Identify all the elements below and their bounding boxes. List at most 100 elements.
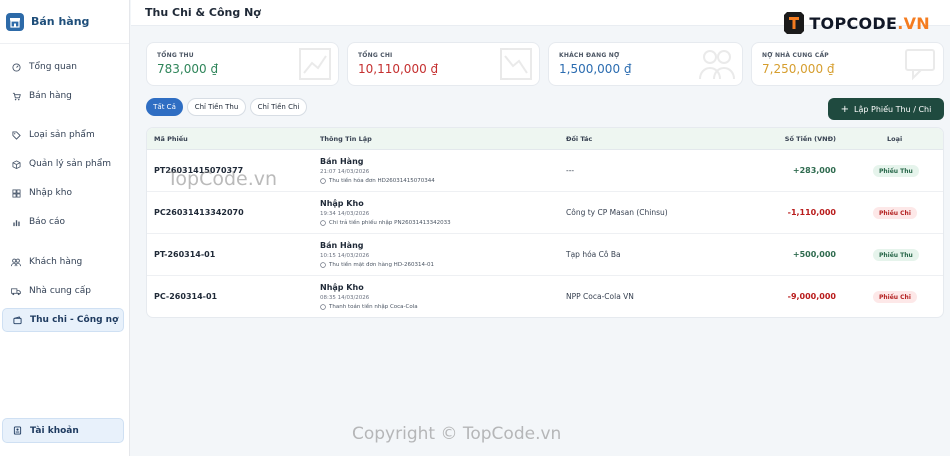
trend-down-icon [500, 48, 532, 80]
table-header: Mã Phiếu Thông Tin Lập Đối Tác Số Tiền (… [147, 128, 943, 150]
sidebar-item-label: Khách hàng [29, 257, 83, 267]
page-title: Thu Chi & Công Nợ [145, 6, 261, 19]
sidebar-item-label: Báo cáo [29, 217, 66, 227]
users-icon [11, 257, 21, 267]
voucher-note-text: Thanh toán tiền nhập Coca-Cola [329, 304, 418, 310]
box-icon [11, 159, 21, 169]
voucher-partner: Tạp hóa Cô Ba [566, 250, 621, 259]
voucher-note-text: Thu tiền hóa đơn HD26031415070344 [329, 178, 435, 184]
voucher-note: Thu tiền hóa đơn HD26031415070344 [320, 178, 435, 184]
trend-up-icon [299, 48, 331, 80]
stat-card-total-expense: TỔNG CHI 10,110,000 ₫ [347, 42, 540, 86]
warehouse-icon [11, 188, 21, 198]
voucher-code: PC26031413342070 [154, 208, 244, 217]
comment-icon [320, 262, 326, 268]
voucher-partner: Công ty CP Masan (Chinsu) [566, 208, 668, 217]
stat-card-total-income: TỔNG THU 783,000 ₫ [146, 42, 339, 86]
cart-icon [11, 91, 21, 101]
voucher-partner: NPP Coca-Cola VN [566, 292, 634, 301]
col-header-amount: Số Tiền (VNĐ) [784, 135, 836, 143]
voucher-source: Nhập Kho [320, 283, 364, 292]
voucher-code: PC-260314-01 [154, 292, 218, 301]
sidebar-item-label: Nhà cung cấp [29, 286, 91, 296]
voucher-type-badge: Phiếu Chi [873, 207, 917, 219]
sidebar-item-label: Bán hàng [29, 91, 72, 101]
sidebar-item-label: Loại sản phẩm [29, 130, 95, 140]
sidebar-item-categories[interactable]: Loại sản phẩm [2, 123, 124, 147]
chart-icon [11, 217, 21, 227]
id-card-icon [12, 426, 22, 436]
sidebar-item-label: Tổng quan [29, 62, 77, 72]
account-label: Tài khoản [30, 425, 79, 436]
table-row[interactable]: PC26031413342070 Nhập Kho 19:34 14/03/20… [147, 192, 943, 234]
filter-income-only[interactable]: Chỉ Tiền Thu [187, 98, 246, 116]
wallet-icon [12, 315, 22, 325]
voucher-note-text: Chi trả tiền phiếu nhập PN26031413342033 [329, 220, 451, 226]
voucher-amount: -1,110,000 [787, 208, 836, 217]
stat-label: TỔNG THU [157, 52, 194, 59]
stat-value: 783,000 ₫ [157, 62, 219, 76]
sidebar-item-label: Quản lý sản phẩm [29, 159, 112, 169]
plus-icon: + [840, 103, 850, 115]
voucher-source: Bán Hàng [320, 241, 364, 250]
voucher-time: 19:34 14/03/2026 [320, 211, 370, 217]
transactions-table: Mã Phiếu Thông Tin Lập Đối Tác Số Tiền (… [146, 127, 944, 318]
voucher-type-badge: Phiếu Thu [873, 165, 919, 177]
store-icon [6, 12, 24, 31]
voucher-amount: -9,000,000 [787, 292, 836, 301]
sidebar-item-products[interactable]: Quản lý sản phẩm [2, 152, 124, 176]
voucher-note: Thu tiền mặt đơn hàng HD-260314-01 [320, 262, 434, 268]
voucher-time: 10:15 14/03/2026 [320, 253, 370, 259]
sidebar-item-label: Thu chi - Công nợ [30, 315, 119, 325]
sidebar-item-overview[interactable]: Tổng quan [2, 55, 124, 79]
account-button[interactable]: Tài khoản [2, 418, 124, 443]
filter-expense-only[interactable]: Chỉ Tiền Chi [250, 98, 307, 116]
voucher-time: 21:07 14/03/2026 [320, 169, 370, 175]
stat-value: 10,110,000 ₫ [358, 62, 439, 76]
stat-value: 7,250,000 ₫ [762, 62, 835, 76]
voucher-type-badge: Phiếu Chi [873, 291, 917, 303]
table-row[interactable]: PT-260314-01 Bán Hàng 10:15 14/03/2026 T… [147, 234, 943, 276]
stat-card-supplier-debt: NỢ NHÀ CUNG CẤP 7,250,000 ₫ [751, 42, 944, 86]
brand-title: Bán hàng [31, 15, 90, 28]
voucher-note: Chi trả tiền phiếu nhập PN26031413342033 [320, 220, 451, 226]
voucher-source: Bán Hàng [320, 157, 364, 166]
stat-label: KHÁCH ĐANG NỢ [559, 52, 620, 59]
voucher-partner: --- [566, 166, 575, 175]
comment-icon [320, 304, 326, 310]
users-icon [699, 50, 735, 80]
voucher-note: Thanh toán tiền nhập Coca-Cola [320, 304, 418, 310]
voucher-source: Nhập Kho [320, 199, 364, 208]
watermark-text-middle: TopCode.vn [167, 168, 278, 190]
brand[interactable]: Bán hàng [0, 0, 129, 44]
sidebar-item-cashflow[interactable]: Thu chi - Công nợ [2, 308, 124, 332]
sidebar-item-reports[interactable]: Báo cáo [2, 210, 124, 234]
stat-card-customer-debt: KHÁCH ĐANG NỢ 1,500,000 ₫ [548, 42, 743, 86]
tag-icon [11, 130, 21, 140]
truck-icon [11, 286, 21, 296]
voucher-code: PT-260314-01 [154, 250, 216, 259]
voucher-amount: +500,000 [792, 250, 836, 259]
create-voucher-button[interactable]: + Lập Phiếu Thu / Chi [828, 98, 944, 120]
message-box-icon [905, 49, 935, 81]
sidebar-item-inventory[interactable]: Nhập kho [2, 181, 124, 205]
sidebar-item-sales[interactable]: Bán hàng [2, 84, 124, 108]
col-header-type: Loại [887, 135, 903, 143]
sidebar-item-customers[interactable]: Khách hàng [2, 250, 124, 274]
watermark-text-bottom: Copyright © TopCode.vn [352, 424, 562, 444]
voucher-time: 08:35 14/03/2026 [320, 295, 370, 301]
col-header-code: Mã Phiếu [154, 135, 188, 143]
stat-label: NỢ NHÀ CUNG CẤP [762, 52, 829, 59]
comment-icon [320, 220, 326, 226]
gauge-icon [11, 62, 21, 72]
sidebar-item-suppliers[interactable]: Nhà cung cấp [2, 279, 124, 303]
filter-all[interactable]: Tất Cả [146, 98, 183, 116]
table-row[interactable]: PC-260314-01 Nhập Kho 08:35 14/03/2026 T… [147, 276, 943, 317]
voucher-amount: +283,000 [792, 166, 836, 175]
sidebar: Bán hàng Tổng quan Bán hàng Loại sản phẩ… [0, 0, 130, 456]
stat-value: 1,500,000 ₫ [559, 62, 632, 76]
watermark-logo: TOPCODE.VN [783, 11, 930, 35]
voucher-type-badge: Phiếu Thu [873, 249, 919, 261]
create-voucher-label: Lập Phiếu Thu / Chi [854, 104, 932, 114]
topcode-logo-icon [784, 12, 805, 34]
